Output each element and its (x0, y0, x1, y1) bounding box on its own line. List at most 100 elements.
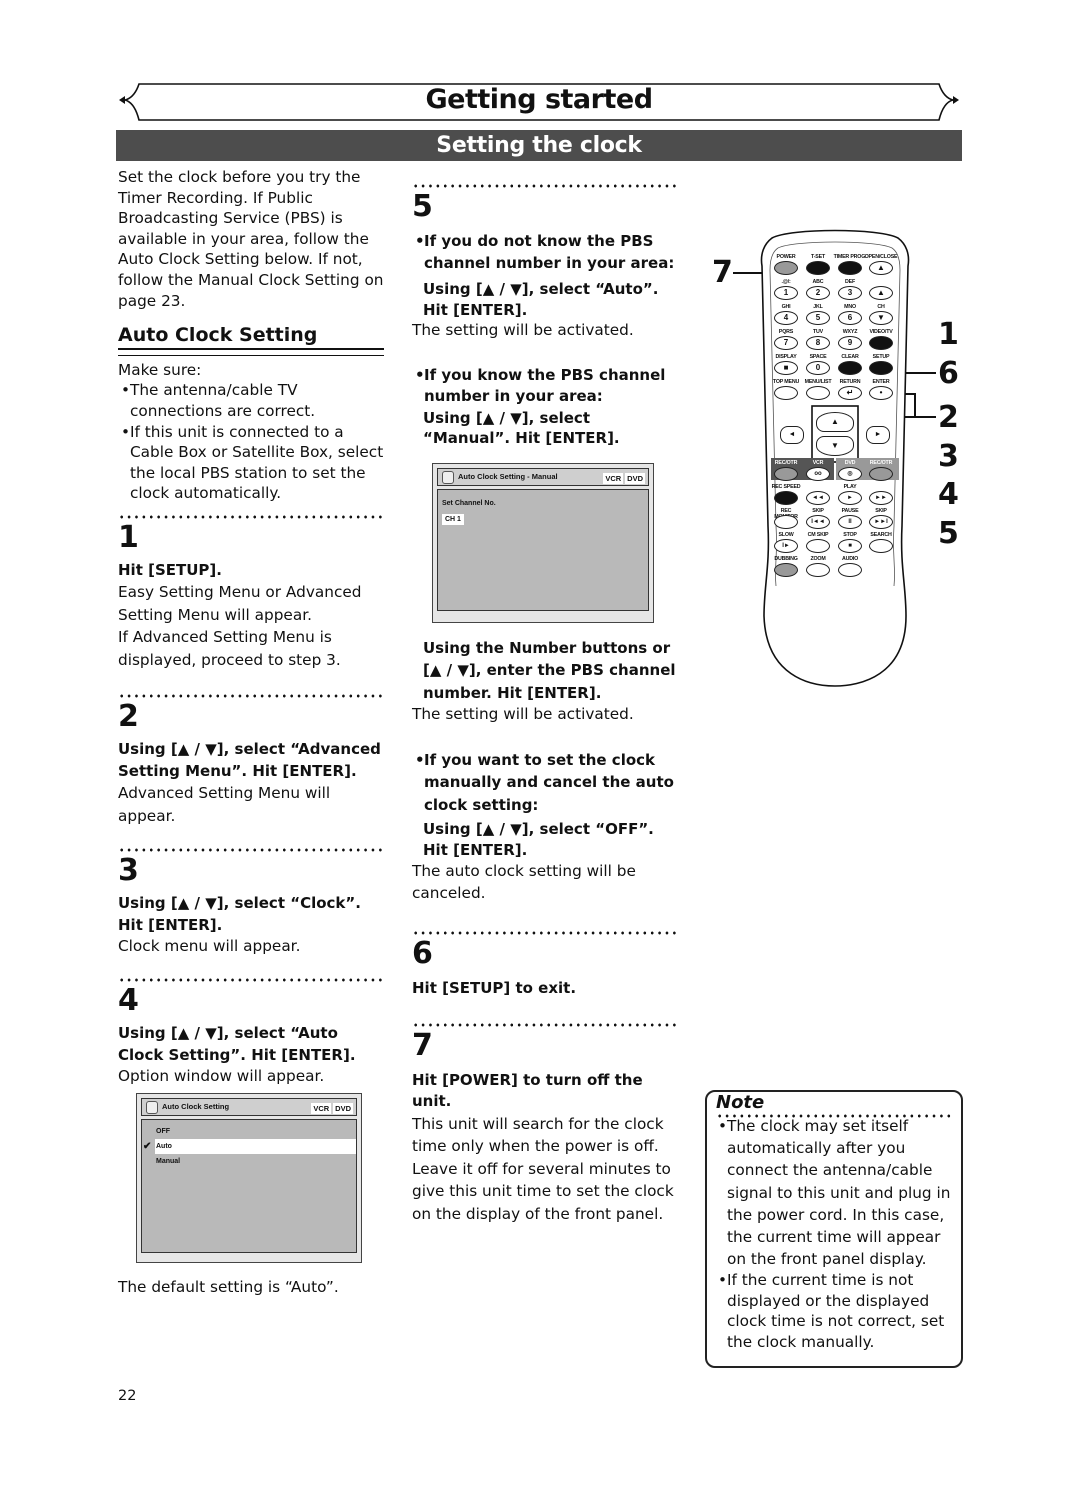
nav-left-button[interactable]: ◄ (780, 426, 804, 444)
remote-key-power[interactable] (774, 261, 798, 275)
remote-key--[interactable]: ►► (869, 491, 893, 505)
step-4-instruction: Using [▲ / ▼], select “Auto Clock Settin… (118, 1024, 356, 1064)
checkmark-icon: ✔ (143, 1140, 152, 1152)
remote-key-pause[interactable]: II (838, 515, 862, 529)
remote-key-tuv[interactable]: 8 (806, 336, 830, 350)
remote-key-top-menu[interactable] (774, 386, 798, 400)
remote-key-pqrs[interactable]: 7 (774, 336, 798, 350)
remote-key-vcr[interactable]: oo (806, 467, 830, 481)
remote-key-rec-otr[interactable] (774, 467, 798, 481)
step-divider (412, 183, 680, 189)
remote-key-zoom[interactable] (806, 563, 830, 577)
remote-key-rec-speed[interactable] (774, 491, 798, 505)
step-divider (118, 513, 384, 520)
remote-key-return[interactable]: ↵ (838, 386, 862, 400)
remote-key-search[interactable] (869, 539, 893, 553)
remote-key-label: SEARCH (870, 532, 892, 538)
step-divider (118, 693, 384, 700)
heading-rule (118, 347, 384, 356)
remote-key--[interactable]: ▲ (869, 286, 893, 300)
remote-key--[interactable]: ◄◄ (806, 491, 830, 505)
remote-key-label: SKIP (812, 508, 824, 514)
remote-key-label: CM SKIP (807, 532, 829, 538)
prereq-bullet: The antenna/cable TV connections are cor… (118, 380, 384, 421)
case-b-instruction-2: Using the Number buttons or [▲ / ▼], ent… (423, 638, 676, 702)
remote-key-label: TIMER PROG. (833, 254, 867, 260)
option-auto-label: Auto (156, 1142, 172, 1150)
remote-key-jkl[interactable]: 5 (806, 311, 830, 325)
remote-key-space[interactable]: 0 (806, 361, 830, 375)
chapter-banner: Getting started (115, 82, 963, 122)
channel-panel: Set Channel No. CH 1 (437, 488, 649, 611)
remote-key-slow[interactable]: I► (774, 539, 798, 553)
step-1-desc-2: If Advanced Setting Menu is displayed, p… (118, 628, 341, 669)
note-title: Note (716, 1092, 765, 1113)
step-1-number: 1 (118, 519, 139, 555)
remote-key-rec-monitor[interactable] (774, 515, 798, 529)
remote-key-abc[interactable]: 2 (806, 286, 830, 300)
callout-4: 4 (938, 477, 959, 512)
remote-key-skip[interactable]: I◄◄ (806, 515, 830, 529)
option-list: OFF ✔ Auto Manual (141, 1118, 357, 1253)
remote-key-menu-list[interactable] (806, 386, 830, 400)
remote-key-ch[interactable]: ▼ (869, 311, 893, 325)
remote-key-display[interactable]: ■ (774, 361, 798, 375)
step-4-number: 4 (118, 983, 139, 1018)
remote-key-label: PLAY (843, 484, 857, 490)
step-7-instruction: Hit [POWER] to turn off the unit. (412, 1070, 643, 1111)
option-manual[interactable]: Manual (142, 1154, 356, 1169)
remote-key-label: SLOW (778, 532, 794, 538)
callout-1: 1 (938, 317, 959, 352)
option-auto[interactable]: ✔ Auto (143, 1138, 356, 1154)
remote-key-enter[interactable]: • (869, 386, 893, 400)
remote-key-label: PAUSE (841, 508, 859, 514)
note-item: The clock may set itself automatically a… (715, 1115, 955, 1270)
remote-key-wxyz[interactable]: 9 (838, 336, 862, 350)
step-2-instruction: Using [▲ / ▼], select “Advanced Setting … (118, 740, 381, 780)
remote-key-clear[interactable] (838, 361, 862, 375)
case-b-condition: If you know the PBS channel number in yo… (412, 365, 680, 408)
remote-key-label: WXYZ (842, 329, 858, 335)
remote-key-label: SPACE (809, 354, 827, 360)
nav-down-button[interactable]: ▼ (816, 436, 854, 456)
remote-key-play[interactable]: ► (838, 491, 862, 505)
remote-key-dubbing[interactable] (774, 563, 798, 577)
left-column: Set the clock before you try the Timer R… (118, 167, 384, 1297)
remote-key-stop[interactable]: ■ (838, 539, 862, 553)
option-off[interactable]: OFF (142, 1124, 356, 1139)
screen-title: Auto Clock Setting - Manual (458, 471, 558, 481)
case-a-result: The setting will be activated. (412, 321, 634, 339)
nav-right-button[interactable]: ► (866, 426, 890, 444)
dvd-tag: DVD (333, 1102, 353, 1114)
step-1-desc: Easy Setting Menu or Advanced Setting Me… (118, 583, 362, 624)
remote-key-label: AUDIO (841, 556, 859, 562)
clock-icon (442, 470, 454, 484)
auto-clock-heading: Auto Clock Setting (118, 324, 318, 347)
remote-key-label: TOP MENU (772, 379, 800, 385)
remote-key-rec-otr[interactable] (869, 467, 893, 481)
remote-key-label: VIDEO/TV (869, 329, 893, 335)
remote-key-def[interactable]: 3 (838, 286, 862, 300)
remote-key-t-set[interactable] (806, 261, 830, 275)
remote-key-audio[interactable] (838, 563, 862, 577)
screen-header: Auto Clock Setting - Manual VCR DVD (437, 467, 649, 486)
step-divider (118, 977, 384, 983)
step-2-desc: Advanced Setting Menu will appear. (118, 784, 331, 825)
remote-key-timer-prog-[interactable] (838, 261, 862, 275)
remote-key-label: STOP (843, 532, 857, 538)
step-3-number: 3 (118, 853, 139, 889)
remote-key-label: POWER (776, 254, 796, 260)
remote-key-video-tv[interactable] (869, 336, 893, 350)
channel-value-field[interactable]: CH 1 (442, 513, 464, 525)
remote-key-dvd[interactable]: ◎ (838, 467, 862, 481)
nav-up-button[interactable]: ▲ (816, 412, 854, 432)
case-c-condition: If you want to set the clock manually an… (412, 749, 680, 817)
remote-key-ghi[interactable]: 4 (774, 311, 798, 325)
remote-key-skip[interactable]: ►►I (869, 515, 893, 529)
remote-key-setup[interactable] (869, 361, 893, 375)
callout-2: 2 (938, 400, 959, 435)
remote-key-mno[interactable]: 6 (838, 311, 862, 325)
remote-key-cm-skip[interactable] (806, 539, 830, 553)
remote-key-open-close[interactable]: ▲ (869, 261, 893, 275)
remote-key--[interactable]: 1 (774, 286, 798, 300)
